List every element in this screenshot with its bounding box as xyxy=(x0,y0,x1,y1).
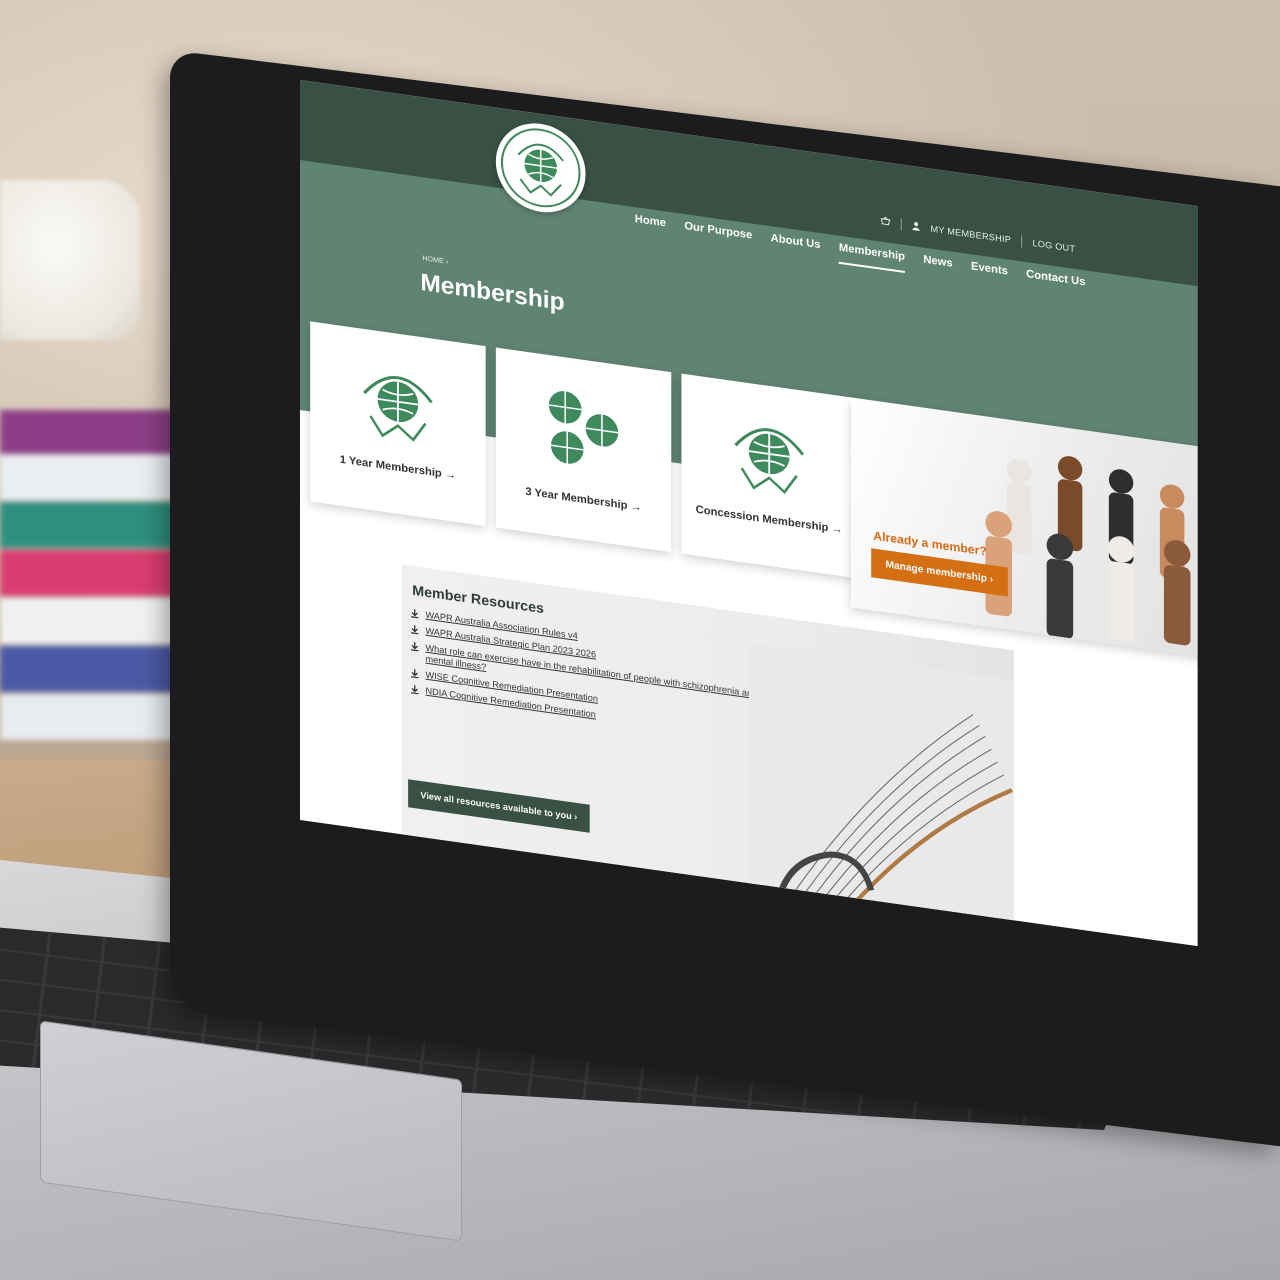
user-icon xyxy=(912,221,921,233)
download-icon xyxy=(411,641,419,651)
globe-logo-icon xyxy=(500,128,581,208)
lamp-shade xyxy=(0,180,140,340)
nav-home[interactable]: Home xyxy=(635,213,666,239)
view-all-resources-button[interactable]: View all resources available to you › xyxy=(408,779,590,833)
download-icon xyxy=(411,685,419,695)
triple-globe-icon xyxy=(548,391,619,464)
card-1-year-membership[interactable]: 1 Year Membership → xyxy=(310,321,486,527)
nav-news[interactable]: News xyxy=(923,254,952,280)
card-label: 1 Year Membership → xyxy=(339,453,457,482)
download-icon xyxy=(411,625,419,635)
globe-logo-icon xyxy=(734,428,805,494)
website-screen: MY MEMBERSHIP LOG OUT Home Our Purpose A… xyxy=(300,80,1198,947)
paper-people-image xyxy=(985,456,1191,646)
basket-icon[interactable] xyxy=(880,216,891,229)
breadcrumb-separator: › xyxy=(445,258,449,266)
card-3-year-membership[interactable]: 3 Year Membership → xyxy=(495,347,672,553)
download-icon xyxy=(411,669,419,679)
card-concession-membership[interactable]: Concession Membership → xyxy=(681,373,857,579)
download-icon xyxy=(411,609,419,619)
util-divider xyxy=(900,218,902,231)
util-divider xyxy=(1021,235,1023,248)
card-label: Concession Membership → xyxy=(695,503,843,537)
site-logo[interactable] xyxy=(495,117,586,219)
globe-logo-icon xyxy=(363,376,433,442)
card-label: 3 Year Membership → xyxy=(525,485,642,515)
resources-list: WAPR Australia Association Rules v4 WAPR… xyxy=(410,607,798,754)
